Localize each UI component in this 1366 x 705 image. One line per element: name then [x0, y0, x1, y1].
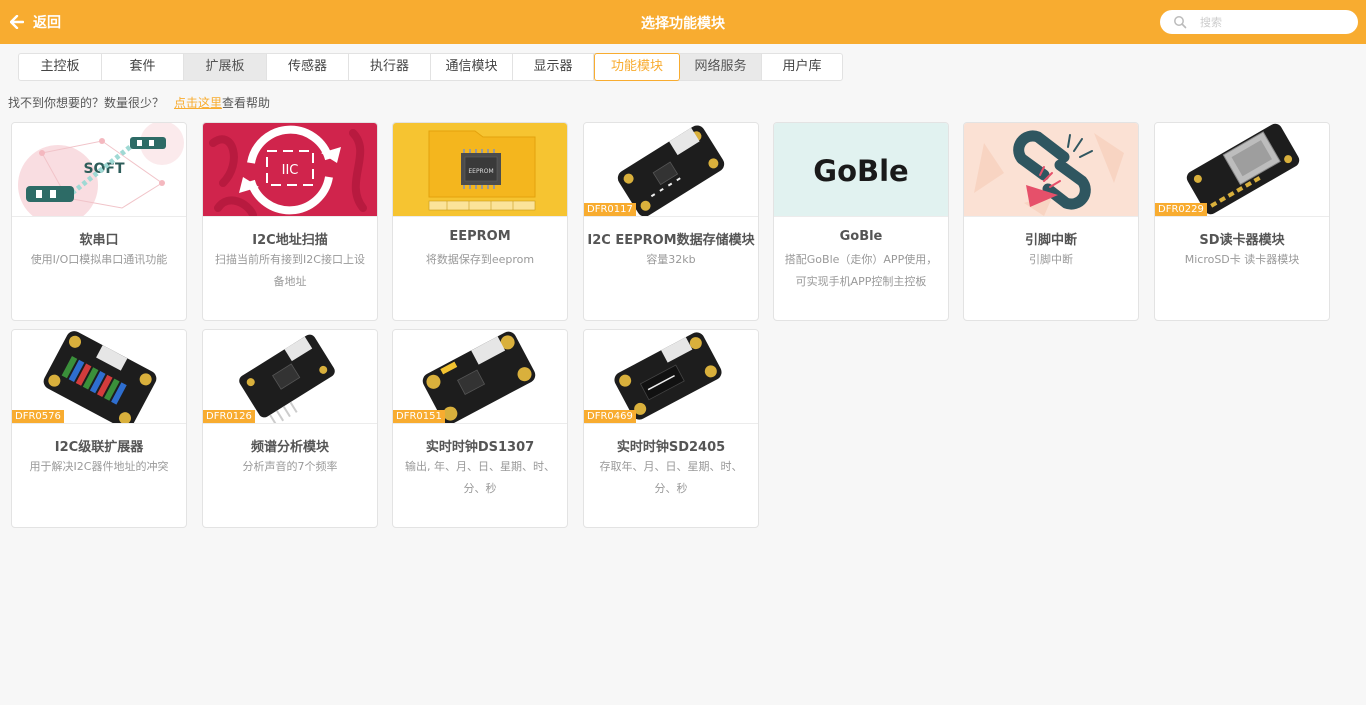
tab-communication[interactable]: 通信模块 — [431, 54, 513, 80]
module-card-spectrum[interactable]: DFR0126 频谱分析模块 分析声音的7个频率 — [202, 329, 378, 528]
hint-text: 找不到你想要的？数量很少？ — [8, 96, 165, 110]
tab-expansion-board[interactable]: 扩展板 — [184, 54, 267, 80]
search-box — [1160, 10, 1358, 34]
card-description: 引脚中断 — [1029, 253, 1073, 266]
svg-text:EEPROM: EEPROM — [468, 168, 493, 175]
svg-text:IIC: IIC — [282, 163, 299, 178]
card-title: 软串口 — [79, 233, 119, 248]
tab-actuators[interactable]: 执行器 — [349, 54, 431, 80]
module-card-goble[interactable]: GoBle GoBle 搭配GoBle（走你）APP使用，可实现手机APP控制主… — [773, 122, 949, 321]
tab-main-board[interactable]: 主控板 — [19, 54, 102, 80]
eeprom-thumbnail: EEPROM — [393, 123, 567, 216]
card-title: 实时时钟DS1307 — [425, 440, 535, 455]
help-hint: 找不到你想要的？数量很少？ 点击这里查看帮助 — [8, 94, 270, 111]
card-title: I2C EEPROM数据存储模块 — [587, 233, 755, 248]
card-title: SD读卡器模块 — [1199, 233, 1285, 248]
card-title: I2C级联扩展器 — [54, 440, 144, 455]
product-sku-badge: DFR0469 — [584, 410, 636, 423]
card-description: 使用I/O口模拟串口通讯功能 — [30, 253, 168, 266]
product-sku-badge: DFR0229 — [1155, 203, 1207, 216]
tab-user-library[interactable]: 用户库 — [762, 54, 842, 80]
tab-function-modules[interactable]: 功能模块 — [594, 53, 680, 81]
card-description: 将数据保存到eeprom — [425, 253, 535, 266]
goble-thumbnail: GoBle — [774, 123, 948, 216]
top-bar: 返回 选择功能模块 — [0, 0, 1366, 44]
card-description: 分析声音的7个频率 — [242, 460, 338, 473]
card-title: GoBle — [839, 229, 883, 244]
search-icon — [1174, 16, 1187, 29]
category-tabs: 主控板 套件 扩展板 传感器 执行器 通信模块 显示器 功能模块 网络服务 用户… — [18, 53, 843, 81]
module-card-ds1307[interactable]: DFR0151 实时时钟DS1307 输出, 年、月、日、星期、时、分、秒 — [392, 329, 568, 528]
tab-kits[interactable]: 套件 — [102, 54, 184, 80]
module-card-sd-reader[interactable]: DFR0229 SD读卡器模块 MicroSD卡 读卡器模块 — [1154, 122, 1330, 321]
card-description: 用于解决I2C器件地址的冲突 — [29, 460, 169, 473]
product-sku-badge: DFR0117 — [584, 203, 636, 216]
module-card-i2c-scan[interactable]: IIC I2C地址扫描 扫描当前所有接到I2C接口上设备地址 — [202, 122, 378, 321]
hint-suffix: 查看帮助 — [222, 96, 271, 110]
card-title: 实时时钟SD2405 — [616, 440, 726, 455]
card-description: 容量32kb — [646, 253, 696, 266]
card-description: 存取年、月、日、星期、时、分、秒 — [599, 460, 743, 495]
product-sku-badge: DFR0151 — [393, 410, 445, 423]
module-card-i2c-eeprom[interactable]: DFR0117 I2C EEPROM数据存储模块 容量32kb — [583, 122, 759, 321]
card-description: 搭配GoBle（走你）APP使用，可实现手机APP控制主控板 — [784, 253, 938, 288]
card-title: EEPROM — [449, 229, 511, 244]
product-sku-badge: DFR0126 — [203, 410, 255, 423]
tab-displays[interactable]: 显示器 — [513, 54, 594, 80]
tab-network-services[interactable]: 网络服务 — [680, 54, 762, 80]
product-sku-badge: DFR0576 — [12, 410, 64, 423]
card-description: 输出, 年、月、日、星期、时、分、秒 — [405, 460, 555, 495]
module-card-eeprom[interactable]: EEPROM EEPROM 将数据保存到eeprom — [392, 122, 568, 321]
card-title: 引脚中断 — [1024, 233, 1077, 248]
help-link[interactable]: 点击这里 — [174, 96, 222, 110]
i2c-scan-thumbnail: IIC — [203, 123, 377, 216]
module-card-soft-serial[interactable]: SOFT 软串口 使用I/O口模拟串口通讯功能 — [11, 122, 187, 321]
soft-serial-thumbnail: SOFT — [12, 123, 186, 216]
module-card-sd2405[interactable]: DFR0469 实时时钟SD2405 存取年、月、日、星期、时、分、秒 — [583, 329, 759, 528]
card-title: 频谱分析模块 — [250, 440, 329, 455]
svg-text:SOFT: SOFT — [83, 161, 125, 177]
tab-sensors[interactable]: 传感器 — [267, 54, 349, 80]
svg-text:GoBle: GoBle — [813, 154, 908, 188]
search-input[interactable] — [1200, 13, 1350, 31]
module-card-pin-interrupt[interactable]: 引脚中断 引脚中断 — [963, 122, 1139, 321]
pin-interrupt-thumbnail — [964, 123, 1138, 216]
card-title: I2C地址扫描 — [252, 233, 328, 248]
card-description: MicroSD卡 读卡器模块 — [1184, 253, 1300, 266]
card-description: 扫描当前所有接到I2C接口上设备地址 — [215, 253, 365, 288]
module-card-i2c-cascade[interactable]: DFR0576 I2C级联扩展器 用于解决I2C器件地址的冲突 — [11, 329, 187, 528]
